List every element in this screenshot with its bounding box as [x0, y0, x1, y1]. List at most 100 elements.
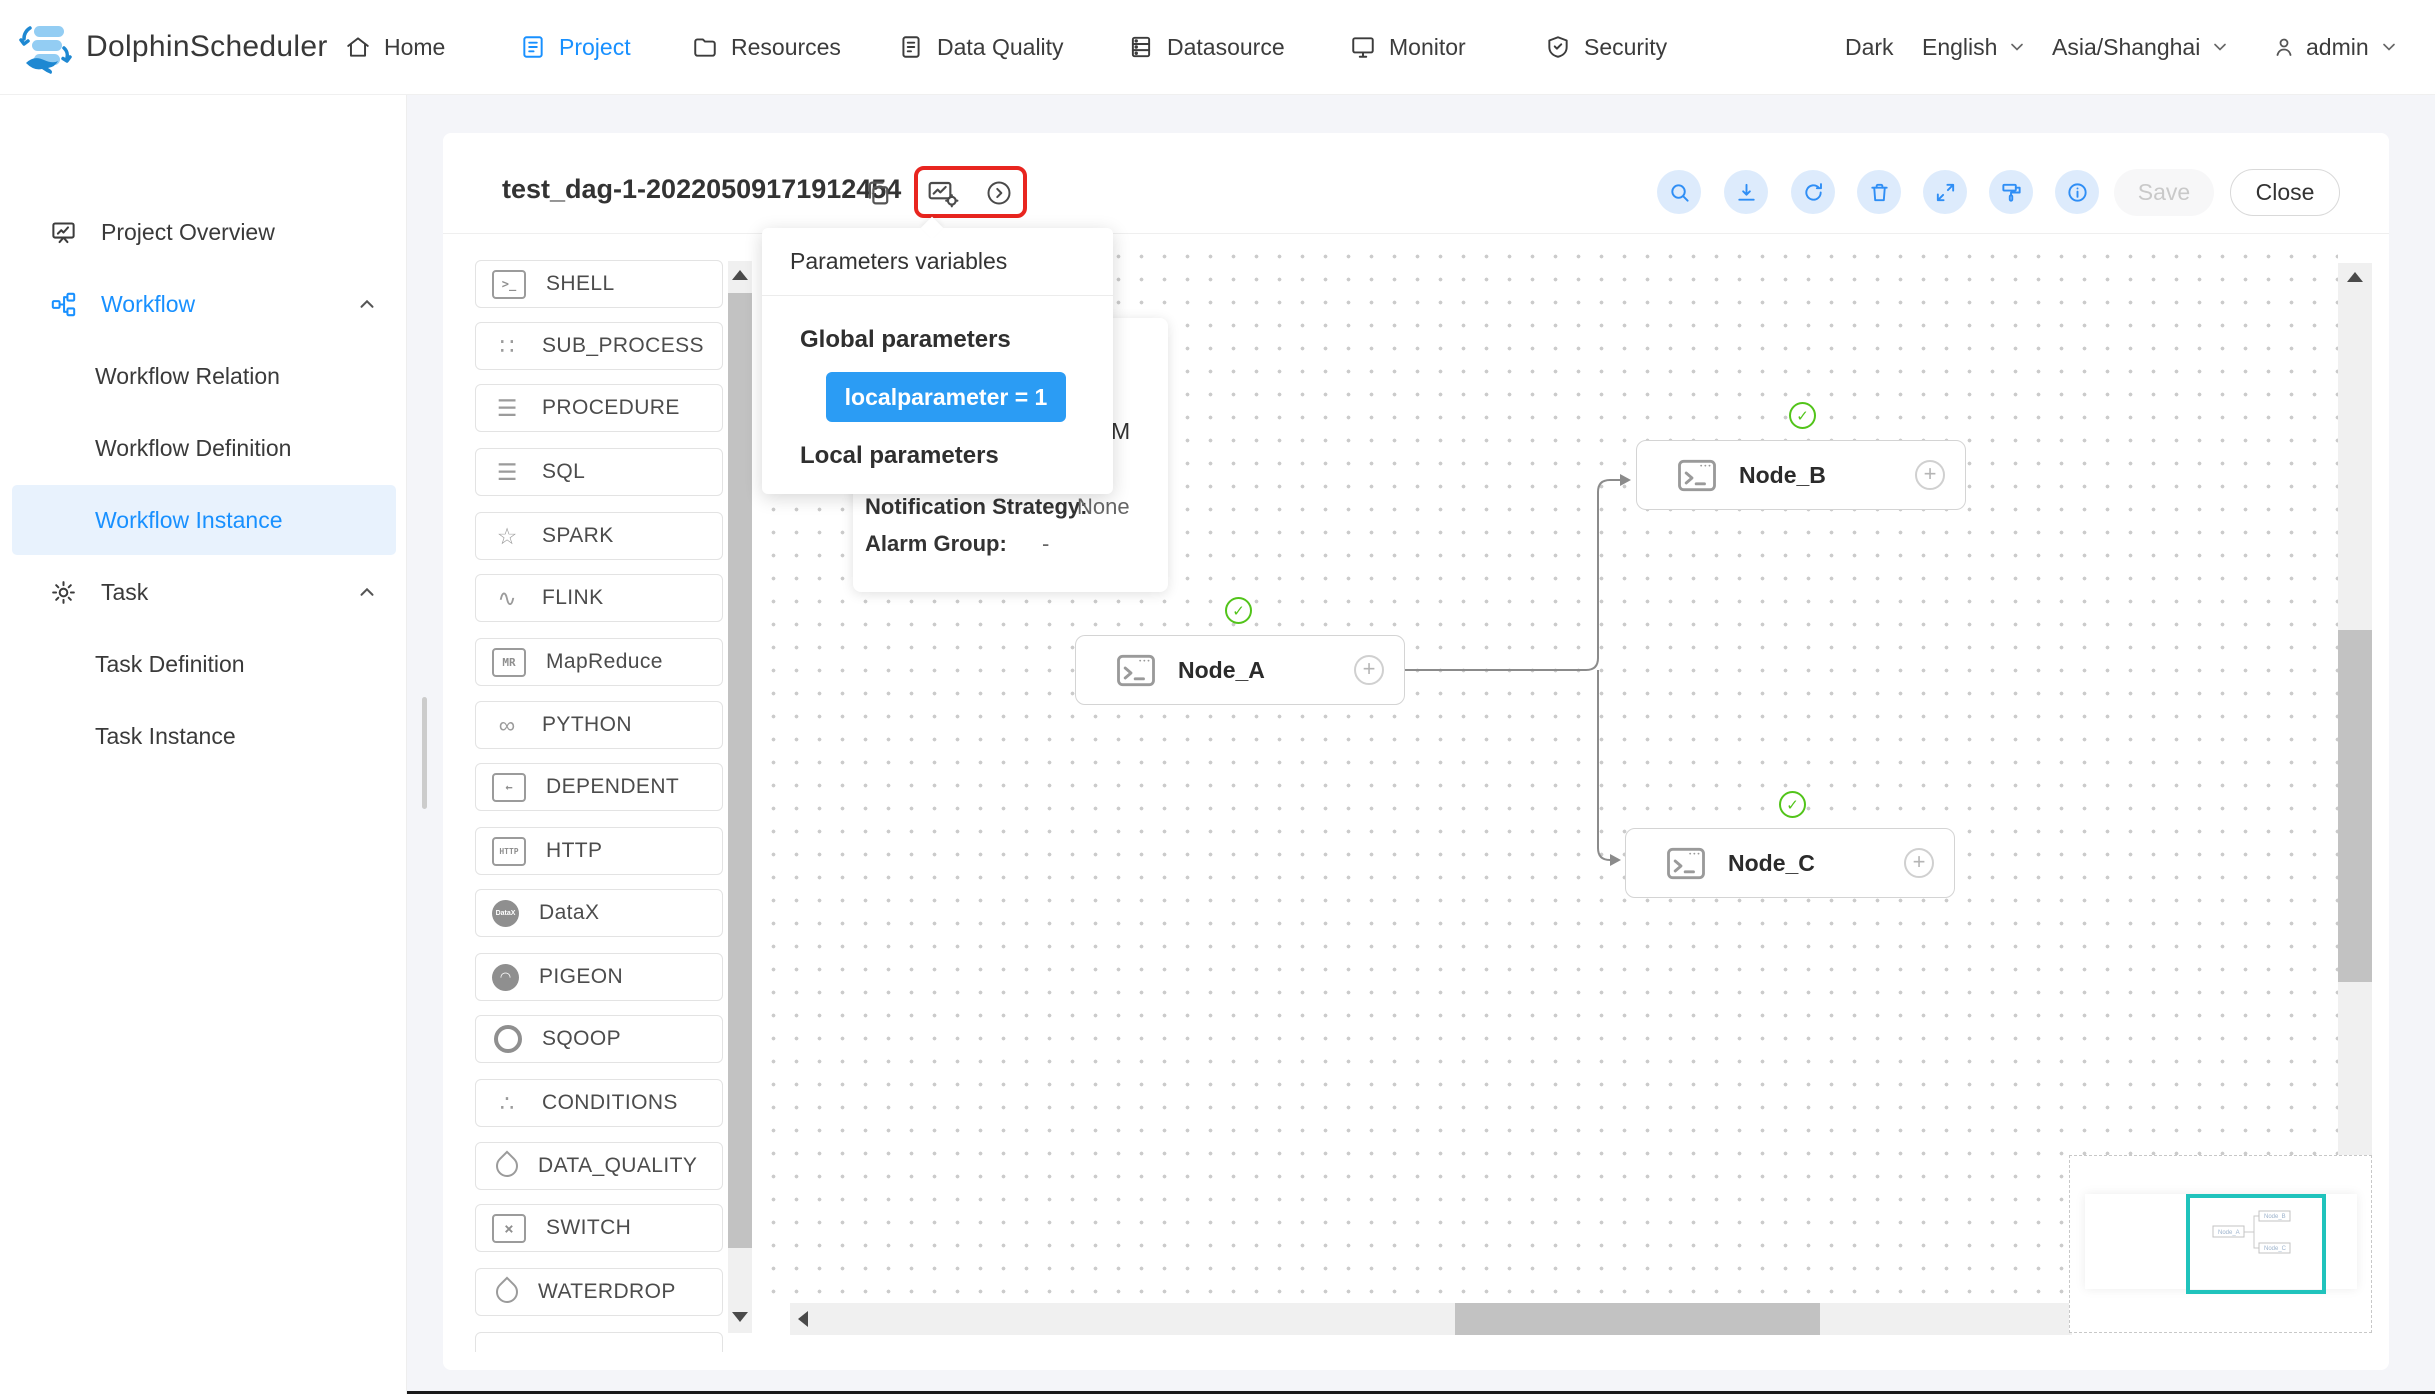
fullscreen-button[interactable]	[1923, 170, 1967, 214]
palette-item-data-quality[interactable]: DATA_QUALITY	[475, 1142, 723, 1190]
palette-item-sql[interactable]: ☰ SQL	[475, 448, 723, 496]
datax-circle-icon: DataX	[492, 900, 519, 927]
shield-check-icon	[1545, 34, 1571, 60]
data-quality-drop-icon	[491, 1150, 522, 1181]
tooltip-row-label: Notification Strategy:	[865, 494, 1087, 520]
chevron-down-icon	[2379, 37, 2399, 57]
node-connect-plus-button[interactable]	[1904, 848, 1934, 878]
canvas-vertical-scrollbar-thumb[interactable]	[2338, 630, 2372, 982]
user-menu[interactable]: admin	[2272, 0, 2399, 94]
sidebar-resize-handle[interactable]	[422, 697, 427, 809]
search-button[interactable]	[1657, 170, 1701, 214]
search-icon	[1668, 181, 1691, 204]
sidebar-item-workflow-relation[interactable]: Workflow Relation	[0, 340, 406, 412]
subprocess-tree-icon: ∷	[492, 335, 522, 358]
refresh-icon	[1802, 181, 1825, 204]
info-button[interactable]	[2055, 170, 2099, 214]
dag-node-node-b[interactable]: Node_B	[1636, 440, 1966, 510]
palette-item-mapreduce[interactable]: MR MapReduce	[475, 638, 723, 686]
sidebar-item-workflow-definition[interactable]: Workflow Definition	[0, 412, 406, 484]
palette-item-python[interactable]: ∞ PYTHON	[475, 701, 723, 749]
popup-title: Parameters variables	[790, 248, 1007, 275]
palette-item-datax[interactable]: DataX DataX	[475, 889, 723, 937]
palette-scroll-up-arrow[interactable]	[732, 270, 748, 280]
timezone-select[interactable]: Asia/Shanghai	[2052, 0, 2230, 94]
home-icon	[345, 34, 371, 60]
canvas-horizontal-scrollbar-thumb[interactable]	[1455, 1303, 1820, 1335]
gear-icon	[50, 579, 77, 606]
nav-security[interactable]: Security	[1545, 0, 1667, 94]
sidebar-item-task-definition[interactable]: Task Definition	[0, 628, 406, 700]
dependent-file-icon: ←	[492, 773, 526, 802]
folder-icon	[692, 34, 718, 60]
header-divider	[443, 233, 2389, 234]
canvas-horizontal-scrollbar-track[interactable]	[790, 1303, 2072, 1335]
trash-icon	[1868, 181, 1891, 204]
minimap-viewport[interactable]	[2186, 1194, 2326, 1294]
canvas-scroll-left-arrow[interactable]	[798, 1311, 808, 1327]
sql-database-icon: ☰	[492, 461, 522, 484]
save-button[interactable]: Save	[2114, 169, 2214, 216]
shell-terminal-icon	[1116, 653, 1156, 688]
nav-project[interactable]: Project	[520, 0, 631, 94]
language-select[interactable]: English	[1922, 0, 2027, 94]
top-navbar: DolphinScheduler Home Project Resources	[0, 0, 2435, 95]
dag-minimap[interactable]: Node_A Node_B Node_C	[2069, 1155, 2372, 1333]
view-variables-button[interactable]	[985, 179, 1013, 207]
palette-item-partial[interactable]	[475, 1332, 723, 1352]
palette-item-dependent[interactable]: ← DEPENDENT	[475, 763, 723, 811]
chart-gear-icon	[927, 178, 959, 208]
nav-monitor[interactable]: Monitor	[1350, 0, 1466, 94]
pigeon-bird-icon: ◠	[492, 964, 519, 991]
palette-item-sub-process[interactable]: ∷ SUB_PROCESS	[475, 322, 723, 370]
tooltip-row-value: -	[1042, 531, 1049, 557]
close-button[interactable]: Close	[2230, 169, 2340, 216]
sqoop-ring-icon	[494, 1025, 522, 1053]
node-success-badge	[1789, 402, 1816, 429]
dag-node-node-c[interactable]: Node_C	[1625, 828, 1955, 898]
copy-icon	[864, 178, 892, 208]
parameters-variables-button[interactable]	[927, 178, 959, 208]
sidebar: Project Overview Workflow Workflow Relat…	[0, 94, 407, 1394]
brand[interactable]: DolphinScheduler	[18, 0, 328, 94]
format-dag-button[interactable]	[1989, 170, 2033, 214]
nav-resources[interactable]: Resources	[692, 0, 841, 94]
palette-item-waterdrop[interactable]: WATERDROP	[475, 1268, 723, 1316]
palette-item-conditions[interactable]: ∴ CONDITIONS	[475, 1079, 723, 1127]
copy-name-button[interactable]	[864, 178, 894, 210]
spark-star-icon: ☆	[492, 525, 522, 548]
canvas-scroll-up-arrow[interactable]	[2347, 272, 2363, 282]
paint-roller-icon	[2000, 181, 2023, 204]
refresh-button[interactable]	[1791, 170, 1835, 214]
sidebar-item-project-overview[interactable]: Project Overview	[0, 196, 406, 268]
palette-item-shell[interactable]: >_ SHELL	[475, 260, 723, 308]
monitor-icon	[1350, 34, 1376, 60]
palette-item-http[interactable]: HTTP HTTP	[475, 827, 723, 875]
palette-item-procedure[interactable]: ☰ PROCEDURE	[475, 384, 723, 432]
download-button[interactable]	[1724, 170, 1768, 214]
palette-scroll-down-arrow[interactable]	[732, 1312, 748, 1322]
sidebar-item-task[interactable]: Task	[0, 556, 406, 628]
sidebar-item-workflow-instance[interactable]: Workflow Instance	[0, 484, 406, 556]
palette-item-pigeon[interactable]: ◠ PIGEON	[475, 953, 723, 1001]
global-parameter-chip: localparameter = 1	[826, 372, 1066, 422]
sidebar-item-workflow[interactable]: Workflow	[0, 268, 406, 340]
palette-item-switch[interactable]: × SWITCH	[475, 1204, 723, 1252]
palette-scrollbar-thumb[interactable]	[728, 293, 752, 1248]
delete-button[interactable]	[1857, 170, 1901, 214]
node-connect-plus-button[interactable]	[1354, 655, 1384, 685]
procedure-database-icon: ☰	[492, 397, 522, 420]
palette-item-flink[interactable]: ∿ FLINK	[475, 574, 723, 622]
datasource-icon	[1128, 34, 1154, 60]
nav-home[interactable]: Home	[345, 0, 445, 94]
dag-node-node-a[interactable]: Node_A	[1075, 635, 1405, 705]
nav-data-quality[interactable]: Data Quality	[898, 0, 1064, 94]
palette-item-sqoop[interactable]: SQOOP	[475, 1015, 723, 1063]
task-palette: >_ SHELL ∷ SUB_PROCESS ☰ PROCEDURE ☰ SQL…	[468, 252, 730, 1352]
sidebar-item-task-instance[interactable]: Task Instance	[0, 700, 406, 772]
node-connect-plus-button[interactable]	[1915, 460, 1945, 490]
nav-datasource[interactable]: Datasource	[1128, 0, 1285, 94]
download-icon	[1735, 181, 1758, 204]
theme-toggle[interactable]: Dark	[1845, 0, 1894, 94]
palette-item-spark[interactable]: ☆ SPARK	[475, 512, 723, 560]
